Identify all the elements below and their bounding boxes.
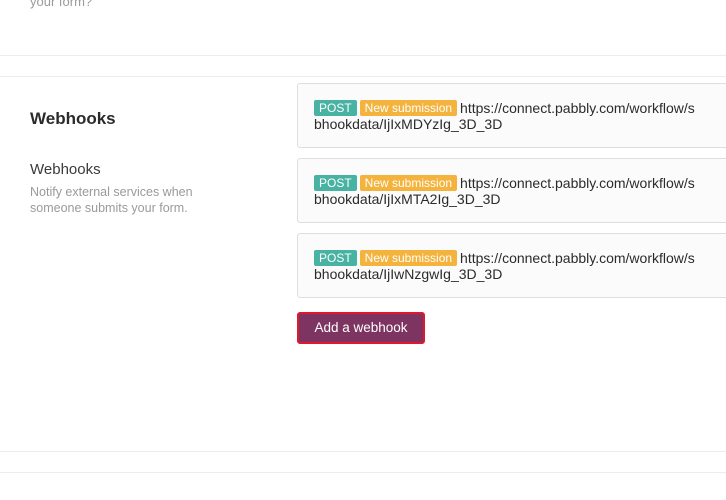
webhook-line-1: POST New submission https://connect.pabbly…	[314, 100, 695, 116]
previous-section-description: your form?	[30, 0, 93, 9]
webhook-line-1: POST New submission https://connect.pabbly…	[314, 175, 695, 191]
previous-section: your form?	[0, 0, 726, 56]
webhook-item-3[interactable]: POST New submission https://connect.pabbly…	[297, 233, 726, 298]
add-webhook-button[interactable]: Add a webhook	[297, 312, 425, 344]
method-badge: POST	[314, 250, 357, 266]
webhook-line-1: POST New submission https://connect.pabbly…	[314, 250, 695, 266]
webhooks-field-description: Notify external services when someone su…	[30, 185, 193, 215]
webhook-url-continued: bhookdata/IjIwNzgwIg_3D_3D	[314, 266, 503, 282]
event-badge: New submission	[359, 175, 458, 191]
webhook-url-continued: bhookdata/IjIxMDYzIg_3D_3D	[314, 116, 503, 132]
method-badge: POST	[314, 175, 357, 191]
webhook-url: https://connect.pabbly.com/workflow/s	[460, 250, 695, 266]
webhook-url: https://connect.pabbly.com/workflow/s	[460, 175, 695, 191]
next-section	[0, 472, 726, 500]
webhook-item-2[interactable]: POST New submission https://connect.pabbly…	[297, 158, 726, 223]
method-badge: POST	[314, 100, 357, 116]
event-badge: New submission	[359, 250, 458, 266]
webhook-url-continued: bhookdata/IjIxMTA2Ig_3D_3D	[314, 191, 501, 207]
webhooks-field-label: Webhooks	[30, 161, 101, 178]
section-title: Webhooks	[30, 109, 116, 128]
webhook-item-1[interactable]: POST New submission https://connect.pabbly…	[297, 83, 726, 148]
webhook-url: https://connect.pabbly.com/workflow/s	[460, 100, 695, 116]
webhook-list: POST New submission https://connect.pabbly…	[297, 83, 726, 308]
event-badge: New submission	[359, 100, 458, 116]
